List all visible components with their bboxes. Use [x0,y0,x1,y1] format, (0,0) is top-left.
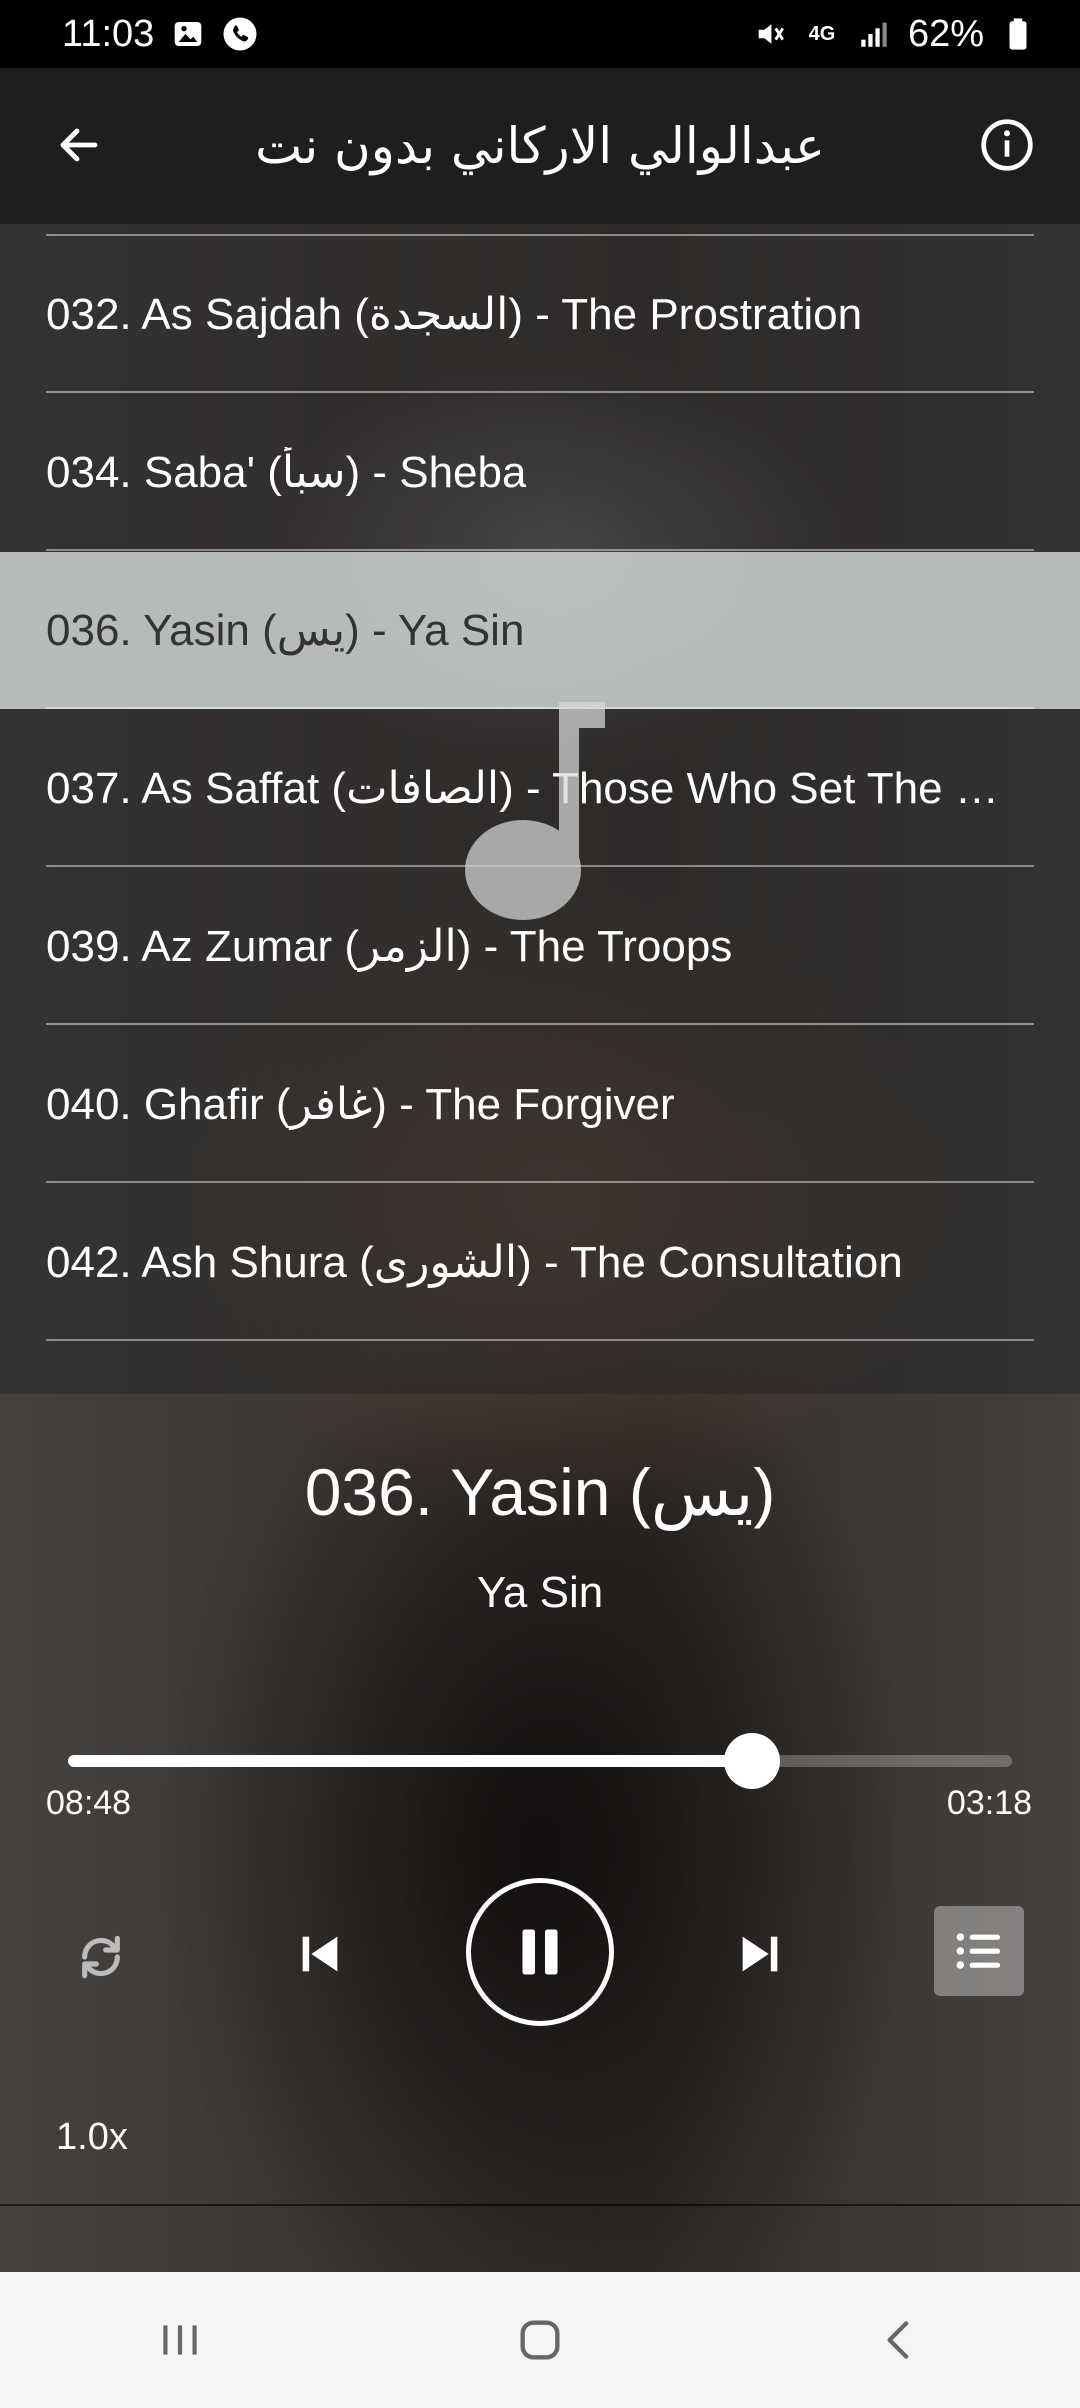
skip-next-icon [742,1936,778,1972]
app-title: عبدالوالي الاركاني بدون نت [255,117,825,175]
track-item[interactable]: 042. Ash Shura (الشورى) - The Consultati… [0,1184,1080,1341]
next-button[interactable] [720,1914,800,1994]
track-divider [46,1339,1034,1341]
elapsed-time: 08:48 [46,1784,132,1822]
skip-previous-icon [302,1936,338,1972]
recent-apps-button[interactable] [120,2290,240,2390]
track-label: 032. As Sajdah (السجدة) - The Prostratio… [46,290,863,339]
status-right: 4G 62% [752,13,1036,56]
info-button[interactable] [974,112,1040,178]
previous-button[interactable] [280,1914,360,1994]
playlist-icon [956,1933,1000,1969]
gallery-notification-icon [170,16,206,52]
music-note-icon [465,702,605,920]
network-label: 4G [808,23,836,45]
signal-icon [856,16,892,52]
track-divider [46,1181,1034,1183]
home-icon [520,2320,560,2360]
system-nav-bar [0,2272,1080,2408]
system-back-button[interactable] [840,2290,960,2390]
track-divider [46,549,1034,551]
status-left: 11:03 [62,13,258,56]
chevron-left-icon [887,2321,909,2359]
remaining-time: 03:18 [946,1784,1032,1822]
recent-apps-icon [163,2325,197,2355]
track-divider [46,1023,1034,1025]
track-label: 040. Ghafir (غافر) - The Forgiver [46,1080,675,1129]
app-bar: عبدالوالي الاركاني بدون نت [0,68,1080,224]
back-button[interactable] [46,112,112,178]
track-label: 039. Az Zumar (الزمر) - The Troops [46,922,733,971]
status-bar: 11:03 4G 62% [0,0,1080,68]
playback-speed-button[interactable]: 1.0x [56,2116,128,2159]
home-button[interactable] [480,2290,600,2390]
status-time: 11:03 [62,12,155,55]
network-4g-icon: 4G [804,16,840,52]
track-label: 036. Yasin (يس) - Ya Sin [46,606,525,655]
battery-icon [1000,16,1036,52]
seek-bar-fill [68,1755,753,1767]
track-item-active[interactable]: 036. Yasin (يس) - Ya Sin [0,552,1080,709]
pause-button[interactable] [466,1878,614,2026]
now-playing-subtitle: Ya Sin [476,1568,604,1617]
info-icon [981,119,1033,171]
player-panel: 036. Yasin (يس) Ya Sin 08:48 03:18 1.0x [0,1394,1080,2206]
now-playing-title: 036. Yasin (يس) [304,1455,776,1529]
mute-icon [752,16,788,52]
phone-notification-icon [222,16,258,52]
repeat-button[interactable] [66,1922,136,1992]
track-divider [46,391,1034,393]
player-divider [0,2204,1080,2206]
track-list[interactable]: 032. As Sajdah (السجدة) - The Prostratio… [0,224,1080,1394]
track-label: 034. Saba' (سبأ) - Sheba [46,448,527,497]
track-label: 042. Ash Shura (الشورى) - The Consultati… [46,1238,903,1287]
playlist-button[interactable] [934,1906,1024,1996]
repeat-icon [82,1935,120,1979]
back-arrow-icon [60,128,98,162]
battery-percent: 62% [907,12,984,55]
pause-icon [522,1929,558,1975]
seek-bar-thumb[interactable] [724,1733,781,1789]
track-item[interactable]: 032. As Sajdah (السجدة) - The Prostratio… [0,236,1080,393]
seek-bar[interactable] [68,1733,1012,1789]
track-item[interactable]: 034. Saba' (سبأ) - Sheba [0,394,1080,551]
track-item[interactable]: 040. Ghafir (غافر) - The Forgiver [0,1026,1080,1183]
